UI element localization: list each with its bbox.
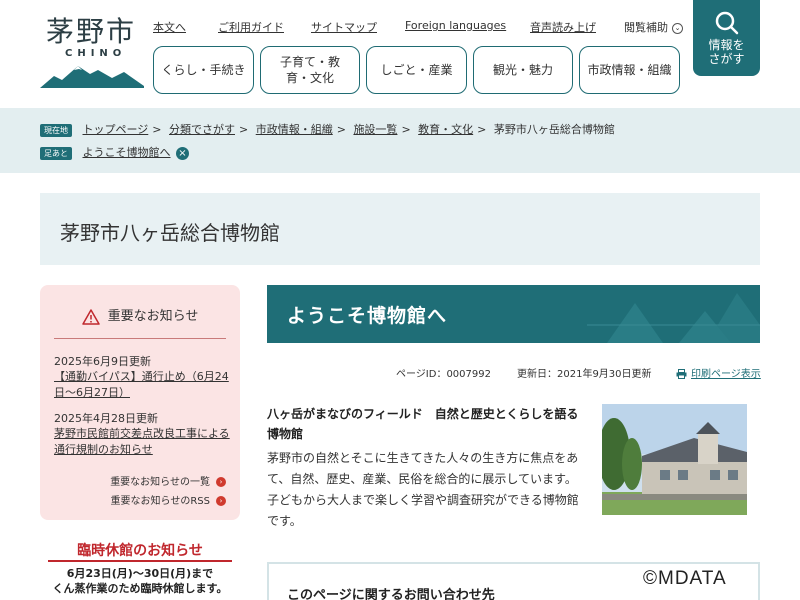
notice-rss-label: 重要なお知らせのRSS <box>110 496 210 507</box>
notice-date: 2025年6月9日更新 <box>54 355 151 368</box>
logo-sub-text: CHINO <box>65 48 127 59</box>
breadcrumb-separator: > <box>477 123 487 136</box>
body-text: 茅野市の自然とそこに生きてきた人々の生き方に焦点をあて、自然、歴史、産業、民俗を… <box>267 451 579 528</box>
breadcrumb-top[interactable]: トップページ <box>83 123 149 136</box>
breadcrumb-bar: 現在地 トップページ > 分類でさがす > 市政情報・組織 > 施設一覧 > 教育・文化… <box>0 108 800 173</box>
print-label: 印刷ページ表示 <box>691 369 761 380</box>
breadcrumb-category[interactable]: 分類でさがす <box>169 123 235 136</box>
search-icon <box>715 11 739 35</box>
current-location-tag: 現在地 <box>40 123 72 137</box>
temporary-closure-banner[interactable]: 臨時休館のお知らせ 6月23日(月)～30日(月)までくん蒸作業のため臨時休館し… <box>40 538 240 600</box>
printer-icon <box>676 369 687 379</box>
notice-divider <box>54 338 226 339</box>
chevron-down-icon: ⌄ <box>672 22 683 34</box>
accessibility-help-label: 閲覧補助 <box>624 21 668 34</box>
mountain-logo-icon <box>40 66 144 88</box>
lead-heading: 八ヶ岳がまなびのフィールド 自然と歴史とくらしを語る博物館 <box>267 407 579 441</box>
page-id: ページID：0007992 <box>396 369 491 380</box>
watermark: ©MDATA <box>643 568 727 589</box>
closure-underline <box>48 560 232 562</box>
trail: 足あと ようこそ博物館へ × <box>40 144 189 160</box>
sitemap-link[interactable]: サイトマップ <box>311 19 377 35</box>
notice-list-label: 重要なお知らせの一覧 <box>110 477 210 488</box>
notice-link[interactable]: 【通勤バイパス】通行止め（6月24日～6月27日） <box>54 369 230 401</box>
close-icon[interactable]: × <box>176 146 189 160</box>
museum-photo <box>602 404 747 515</box>
foreign-languages-link[interactable]: Foreign languages <box>405 19 506 32</box>
warning-icon <box>81 308 100 325</box>
search-label-line1: 情報を <box>708 38 745 52</box>
nav-tourism[interactable]: 観光・魅力 <box>473 46 573 94</box>
nav-city-info[interactable]: 市政情報・組織 <box>579 46 680 94</box>
site-header: 茅野市 CHINO 本文へ ご利用ガイド サイトマップ Foreign lang… <box>0 0 800 108</box>
mountain-decoration-icon <box>587 293 760 343</box>
content-title: ようこそ博物館へ <box>287 305 448 327</box>
breadcrumb: 現在地 トップページ > 分類でさがす > 市政情報・組織 > 施設一覧 > 教育・文化… <box>40 121 615 137</box>
arrow-right-icon: › <box>216 477 226 487</box>
closure-title: 臨時休館のお知らせ <box>77 543 203 559</box>
breadcrumb-separator: > <box>239 123 249 136</box>
important-notice-box: 重要なお知らせ 2025年6月9日更新 【通勤バイパス】通行止め（6月24日～6… <box>40 285 240 520</box>
breadcrumb-separator: > <box>336 123 346 136</box>
breadcrumb-facilities[interactable]: 施設一覧 <box>353 123 397 136</box>
text-to-speech-link[interactable]: 音声読み上げ <box>530 19 596 35</box>
closure-line1: 6月23日(月)～30日(月)まで <box>66 567 214 580</box>
arrow-right-icon: › <box>216 496 226 506</box>
notice-heading-text: 重要なお知らせ <box>107 309 199 324</box>
accessibility-help-link[interactable]: 閲覧補助 ⌄ <box>624 19 683 35</box>
notice-link[interactable]: 茅野市民館前交差点改良工事による通行規制のお知らせ <box>54 426 230 458</box>
breadcrumb-city-info[interactable]: 市政情報・組織 <box>256 123 333 136</box>
closure-text: 6月23日(月)～30日(月)までくん蒸作業のため臨時休館します。 <box>40 566 240 596</box>
updated-date: 更新日：2021年9月30日更新 <box>517 369 652 380</box>
nav-living[interactable]: くらし・手続き <box>153 46 254 94</box>
notice-heading: 重要なお知らせ <box>40 305 240 325</box>
nav-childcare-education[interactable]: 子育て・教育・文化 <box>260 46 360 94</box>
breadcrumb-current: 茅野市八ヶ岳総合博物館 <box>493 123 615 136</box>
page-title-box: 茅野市八ヶ岳総合博物館 <box>40 193 760 265</box>
breadcrumb-separator: > <box>401 123 411 136</box>
notice-date: 2025年4月28日更新 <box>54 412 158 425</box>
logo-text: 茅野市 <box>46 15 137 48</box>
search-label-line2: さがす <box>708 52 745 66</box>
notice-list-link[interactable]: 重要なお知らせの一覧 › <box>110 473 226 488</box>
nav-work-industry[interactable]: しごと・産業 <box>366 46 467 94</box>
skip-to-content-link[interactable]: 本文へ <box>153 19 186 35</box>
usage-guide-link[interactable]: ご利用ガイド <box>218 19 284 35</box>
page-title: 茅野市八ヶ岳総合博物館 <box>60 221 280 245</box>
trail-tag: 足あと <box>40 146 72 160</box>
contact-title: このページに関するお問い合わせ先 <box>287 588 495 600</box>
notice-rss-link[interactable]: 重要なお知らせのRSS › <box>111 492 226 507</box>
site-logo[interactable]: 茅野市 CHINO <box>40 10 146 88</box>
breadcrumb-separator: > <box>152 123 162 136</box>
content-banner: ようこそ博物館へ <box>267 285 760 343</box>
trail-item[interactable]: ようこそ博物館へ <box>83 146 171 159</box>
print-link[interactable]: 印刷ページ表示 <box>676 365 761 380</box>
closure-line2: くん蒸作業のため臨時休館します。 <box>52 582 228 595</box>
breadcrumb-education[interactable]: 教育・文化 <box>418 123 473 136</box>
search-info-button[interactable]: 情報を さがす <box>693 0 760 76</box>
search-label: 情報を さがす <box>693 38 760 66</box>
